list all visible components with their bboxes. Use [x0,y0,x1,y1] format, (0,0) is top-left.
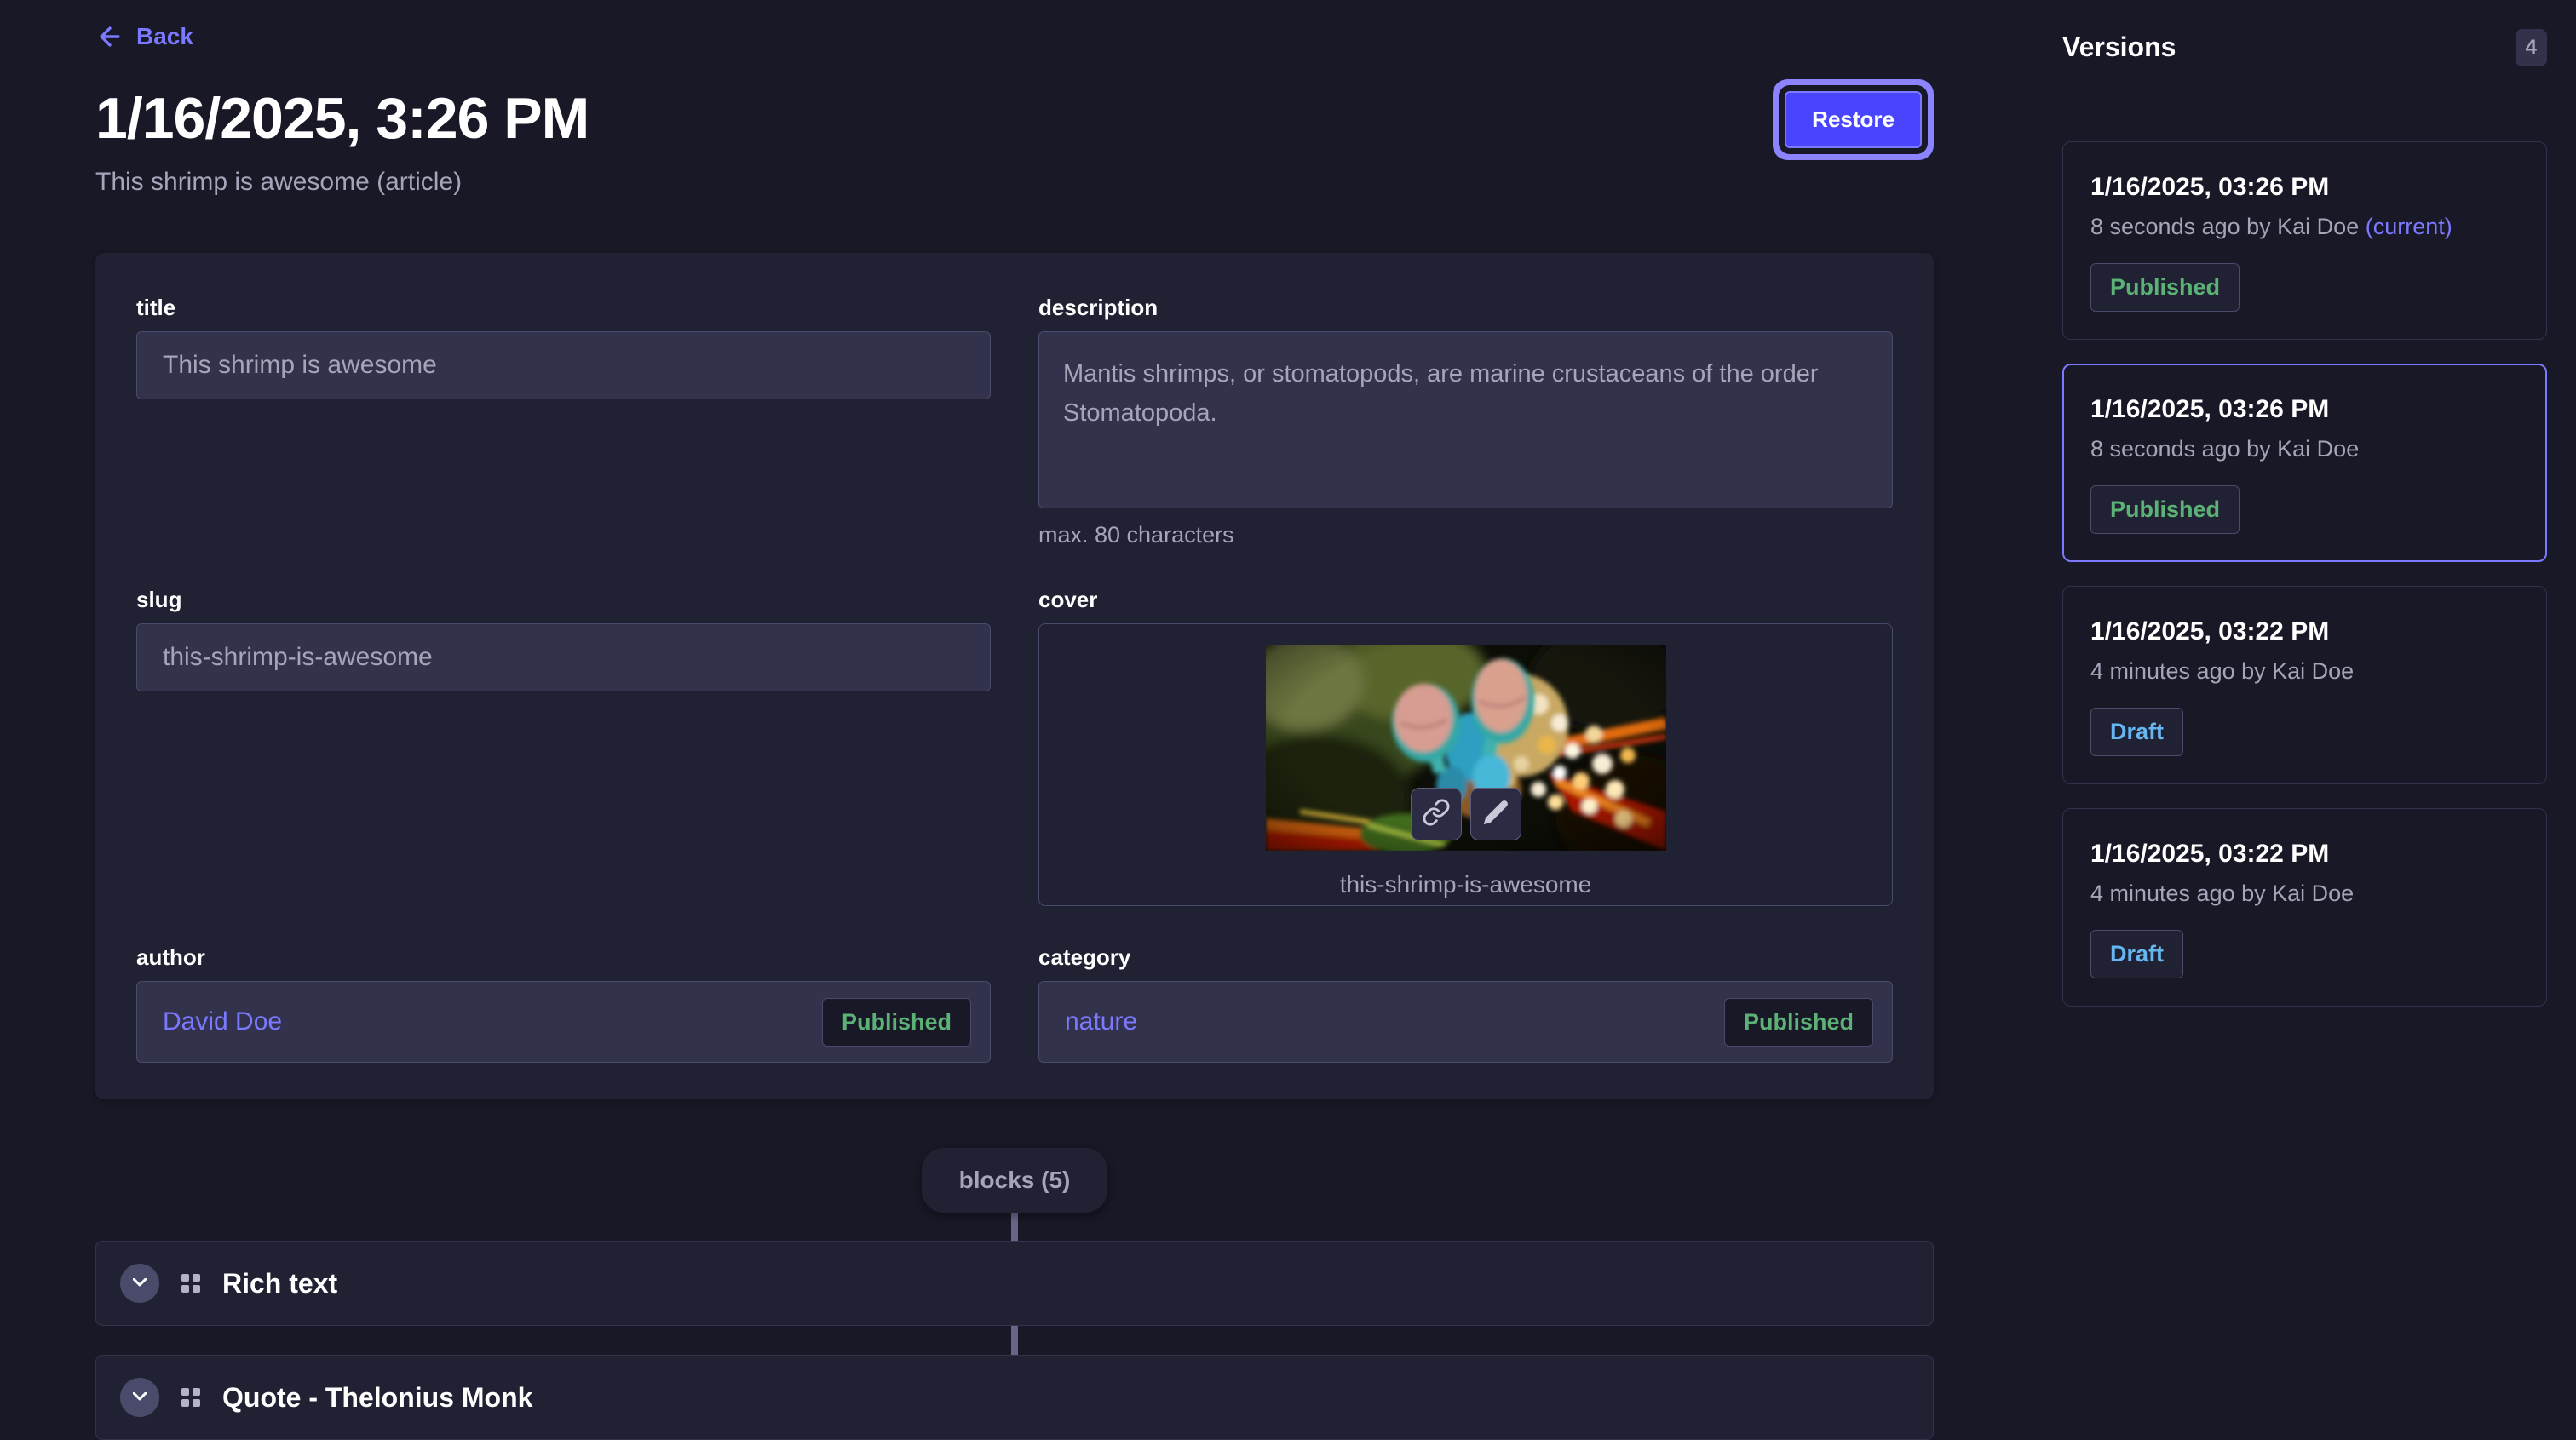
description-label: description [1038,294,1893,321]
edit-media-button[interactable] [1470,788,1521,840]
author-relation: David Doe Published [136,981,991,1063]
author-status-badge: Published [822,998,971,1047]
restore-button[interactable]: Restore [1785,91,1922,148]
drag-handle-icon [181,1274,200,1293]
chevron-down-icon [133,1276,147,1291]
blocks-pill: blocks (5) [922,1148,1108,1213]
category-status-badge: Published [1724,998,1873,1047]
version-meta-text: 4 minutes ago by Kai Doe [2090,658,2354,684]
version-status-badge: Published [2090,485,2240,534]
version-card[interactable]: 1/16/2025, 03:22 PM 4 minutes ago by Kai… [2062,586,2547,784]
slug-label: slug [136,586,991,613]
versions-header: Versions 4 [2033,0,2576,95]
page-header: 1/16/2025, 3:26 PM This shrimp is awesom… [95,84,1934,200]
cover-image [1266,645,1666,851]
author-label: author [136,944,991,971]
version-meta: 8 seconds ago by Kai Doe (current) [2090,212,2519,241]
link-icon [1422,798,1451,831]
version-current-tag: (current) [2366,214,2452,239]
title-label: title [136,294,991,321]
back-arrow-icon [95,22,124,51]
version-meta: 4 minutes ago by Kai Doe [2090,657,2519,686]
chevron-down-icon [133,1390,147,1405]
version-card[interactable]: 1/16/2025, 03:22 PM 4 minutes ago by Kai… [2062,808,2547,1007]
version-meta-text: 8 seconds ago by Kai Doe [2090,436,2359,462]
block-label: Quote - Thelonius Monk [222,1382,532,1414]
author-field: author David Doe Published [136,944,991,1063]
version-status-badge: Draft [2090,930,2183,978]
category-relation: nature Published [1038,981,1893,1063]
block-accordion-quote[interactable]: Quote - Thelonius Monk [95,1355,1934,1440]
back-link[interactable]: Back [95,22,193,51]
blocks-connector-top [1011,1211,1018,1241]
drag-handle-icon [181,1388,200,1407]
block-accordion-rich-text[interactable]: Rich text [95,1241,1934,1326]
expand-chevron-button[interactable] [120,1264,159,1303]
versions-sidebar: Versions 4 1/16/2025, 03:26 PM 8 seconds… [2033,0,2576,1402]
version-meta-text: 8 seconds ago by Kai Doe [2090,214,2359,239]
version-date: 1/16/2025, 03:22 PM [2090,616,2519,648]
version-date: 1/16/2025, 03:22 PM [2090,838,2519,870]
blocks-section: blocks (5) Rich text Quote - Thelonius M… [95,1148,1934,1440]
versions-count-badge: 4 [2516,29,2547,66]
versions-title: Versions [2062,32,2176,63]
page-subtitle: This shrimp is awesome (article) [95,164,589,200]
main-content: Back 1/16/2025, 3:26 PM This shrimp is a… [0,0,2033,1402]
version-card[interactable]: 1/16/2025, 03:26 PM 8 seconds ago by Kai… [2062,141,2547,340]
version-status-badge: Draft [2090,708,2183,756]
block-label: Rich text [222,1268,337,1299]
cover-field: cover [1038,586,1893,906]
title-field: title This shrimp is awesome [136,294,991,399]
cover-actions [1411,788,1521,840]
blocks-connector-mid [1011,1324,1018,1355]
version-meta: 8 seconds ago by Kai Doe [2090,434,2519,463]
cover-caption: this-shrimp-is-awesome [1340,871,1592,898]
version-meta-text: 4 minutes ago by Kai Doe [2090,881,2354,906]
category-label: category [1038,944,1893,971]
copy-link-button[interactable] [1411,788,1462,840]
version-list: 1/16/2025, 03:26 PM 8 seconds ago by Kai… [2033,95,2576,1007]
title-input: This shrimp is awesome [136,331,991,399]
back-label: Back [136,23,193,50]
category-link[interactable]: nature [1065,1007,1137,1036]
expand-chevron-button[interactable] [120,1378,159,1417]
pencil-icon [1481,798,1510,831]
slug-input: this-shrimp-is-awesome [136,623,991,691]
page-title: 1/16/2025, 3:26 PM [95,84,589,152]
category-field: category nature Published [1038,944,1893,1063]
version-meta: 4 minutes ago by Kai Doe [2090,879,2519,908]
description-field: description Mantis shrimps, or stomatopo… [1038,294,1893,548]
version-form-card: title This shrimp is awesome description… [95,253,1934,1099]
cover-label: cover [1038,586,1893,613]
description-textarea: Mantis shrimps, or stomatopods, are mari… [1038,331,1893,508]
version-date: 1/16/2025, 03:26 PM [2090,393,2519,426]
cover-box: this-shrimp-is-awesome [1038,623,1893,906]
slug-field: slug this-shrimp-is-awesome [136,586,991,691]
version-date: 1/16/2025, 03:26 PM [2090,171,2519,204]
version-card-selected[interactable]: 1/16/2025, 03:26 PM 8 seconds ago by Kai… [2062,364,2547,562]
author-link[interactable]: David Doe [163,1007,282,1036]
description-hint: max. 80 characters [1038,522,1893,548]
version-status-badge: Published [2090,263,2240,312]
